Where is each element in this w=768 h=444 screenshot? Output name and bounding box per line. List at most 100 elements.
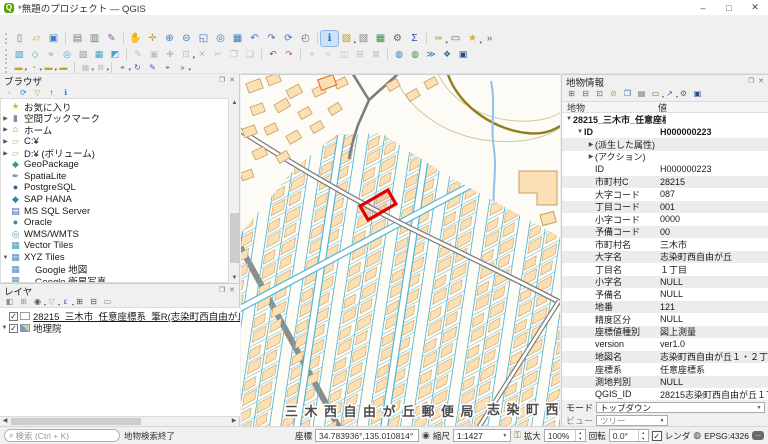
layer-item-gsi[interactable]: ▼ ✓ 地理院 <box>0 322 240 334</box>
layers-float-button[interactable]: ❐ <box>219 287 225 294</box>
zoom-last-icon[interactable]: ↶ <box>246 31 263 46</box>
expand-new-results-icon[interactable]: ⊡ <box>593 89 606 99</box>
browser-item-sap-hana[interactable]: ◆ SAP HANA <box>1 194 228 206</box>
move-label-icon[interactable]: ⊠ <box>93 62 108 73</box>
add-group-icon[interactable]: ⊞ <box>17 297 30 307</box>
zoom-full-icon[interactable]: ◱ <box>195 31 212 46</box>
pan-to-selection-icon[interactable]: ✛ <box>144 31 161 46</box>
map-canvas[interactable]: 三木西自由が丘郵便局 志染町西自 <box>241 74 560 426</box>
plugin-manager-icon[interactable]: ❖ <box>439 48 455 61</box>
avoid-overlap-icon[interactable]: ◫ <box>336 48 352 61</box>
lock-scale-icon[interactable]: ⚿ <box>514 430 521 441</box>
ID[interactable]: ▼ ID H000000223 <box>562 126 768 139</box>
layer-visibility-checkbox[interactable]: ✓ <box>9 312 18 321</box>
print-response-icon[interactable]: ▤ <box>635 89 648 99</box>
toolbar3-extension-icon[interactable]: » <box>175 62 190 73</box>
精度区分[interactable]: 精度区分 NULL <box>562 313 768 326</box>
expand-arrow-icon[interactable]: ▼ <box>565 116 573 122</box>
select-polygon-icon[interactable]: ◇ <box>27 48 43 61</box>
browser-item-mssql[interactable]: ▤ MS SQL Server <box>1 205 228 217</box>
statistics-icon[interactable]: Σ <box>406 31 423 46</box>
map-tips-icon[interactable]: ▭ <box>447 31 464 46</box>
28215_三木市_任意座標系_筆R(志染町西自由が丘1・2...[interactable]: ▼ 28215_三木市_任意座標系_筆R(志染町西自由が丘1・2... <box>562 113 768 126</box>
filter-legend-icon[interactable]: ▽ <box>45 297 58 307</box>
expand-arrow-icon[interactable]: ▼ <box>1 255 10 261</box>
add-selected-layer-icon[interactable]: ⌕ <box>3 88 16 98</box>
小字コード[interactable]: 小字コード 0000 <box>562 213 768 226</box>
locator-search[interactable]: ⌕ <box>4 429 120 442</box>
select-freehand-icon[interactable]: ≈ <box>43 48 59 61</box>
toolbar-grip[interactable] <box>5 62 8 73</box>
layer-item-fude[interactable]: ✓ 28215_三木市_任意座標系_筆R(志染町西自由が丘1・2丁目 <box>0 310 240 322</box>
zoom-in-icon[interactable]: ⊕ <box>161 31 178 46</box>
browser-item-oracle[interactable]: ● Oracle <box>1 217 228 229</box>
add-feature-icon[interactable]: ✚ <box>162 48 178 61</box>
expand-arrow-icon[interactable]: ▶ <box>1 150 10 157</box>
browser-close-button[interactable]: ✕ <box>229 77 235 84</box>
(アクション)[interactable]: ▶ (アクション) <box>562 151 768 164</box>
browser-item-d-drive[interactable]: ▶ ▱ D:¥ (ボリューム) <box>1 147 228 159</box>
市町村C[interactable]: 市町村C 28215 <box>562 176 768 189</box>
layers-close-button[interactable]: ✕ <box>229 287 235 294</box>
市町村名[interactable]: 市町村名 三木市 <box>562 238 768 251</box>
topological-editing-icon[interactable]: ⊞ <box>352 48 368 61</box>
toolbar-extension-icon[interactable]: » <box>481 31 498 46</box>
ID[interactable]: ID H000000223 <box>562 163 768 176</box>
大字コード[interactable]: 大字コード 087 <box>562 188 768 201</box>
identify-close-button[interactable]: ✕ <box>758 78 764 85</box>
select-all-icon[interactable]: ▦ <box>91 48 107 61</box>
rotation-spinner[interactable]: 0.0° ▲▼ <box>609 429 649 442</box>
(派生した属性)[interactable]: ▶ (派生した属性) <box>562 138 768 151</box>
attribute-table-icon[interactable]: ▦ <box>372 31 389 46</box>
log-messages-icon[interactable]: … <box>752 431 764 440</box>
delete-selected-icon[interactable]: ✕ <box>194 48 210 61</box>
deselect-all-icon[interactable]: ▧ <box>355 31 372 46</box>
丁目名[interactable]: 丁目名 １丁目 <box>562 263 768 276</box>
QGIS_ID[interactable]: QGIS_ID 28215志染町西自由が丘１丁目121 <box>562 388 768 400</box>
identify-help-icon[interactable]: ▣ <box>691 89 704 99</box>
大字名[interactable]: 大字名 志染町西自由が丘 <box>562 251 768 264</box>
identify-features-icon[interactable]: ℹ <box>321 31 338 46</box>
render-checkbox[interactable]: ✓ <box>652 431 662 441</box>
座標値種別[interactable]: 座標値種別 図上測量 <box>562 326 768 339</box>
redo-icon[interactable]: ↷ <box>281 48 297 61</box>
filter-expression-icon[interactable]: ε <box>59 297 72 307</box>
highlight-pinned-labels-icon[interactable]: ▦ <box>78 62 93 73</box>
layer-visibility-checkbox[interactable]: ✓ <box>9 324 18 333</box>
小字名[interactable]: 小字名 NULL <box>562 276 768 289</box>
remove-layer-icon[interactable]: ▭ <box>101 297 114 307</box>
filter-browser-icon[interactable]: ▽ <box>31 88 44 98</box>
layers-horizontal-scrollbar[interactable]: ◀ ▶ <box>0 416 240 426</box>
tracing-icon[interactable]: ≈ <box>320 48 336 61</box>
scroll-up-icon[interactable]: ▲ <box>229 98 240 108</box>
search-input[interactable] <box>15 431 105 441</box>
map-svg[interactable]: 三木西自由が丘郵便局 志染町西自 <box>241 75 560 426</box>
modify-label-icon[interactable]: ✎ <box>145 62 160 73</box>
version[interactable]: version ver1.0 <box>562 338 768 351</box>
測地判別[interactable]: 測地判別 NULL <box>562 376 768 389</box>
browser-item-wms[interactable]: ◎ WMS/WMTS <box>1 229 228 241</box>
minimize-button[interactable]: – <box>690 0 716 15</box>
label-tool-icon[interactable]: ⌖ <box>160 62 175 73</box>
scroll-down-icon[interactable]: ▼ <box>229 273 240 283</box>
expand-arrow-icon[interactable]: ▼ <box>576 129 584 135</box>
magnifier-spinner[interactable]: 100% ▲▼ <box>544 429 586 442</box>
select-features-icon[interactable]: ▧ <box>338 31 355 46</box>
undo-icon[interactable]: ↶ <box>265 48 281 61</box>
refresh-browser-icon[interactable]: ⟳ <box>17 88 30 98</box>
style-manager-icon[interactable]: ✎ <box>103 31 120 46</box>
invert-selection-icon[interactable]: ◩ <box>107 48 123 61</box>
temporal-controller-icon[interactable]: ◴ <box>297 31 314 46</box>
collapse-all-layers-icon[interactable]: ⊟ <box>87 297 100 307</box>
new-bookmark-icon[interactable]: ★ <box>464 31 481 46</box>
select-rectangle-icon[interactable]: ▧ <box>11 48 27 61</box>
toggle-editing-icon[interactable]: ✎ <box>130 48 146 61</box>
toolbar-grip[interactable] <box>5 33 8 44</box>
coordinate-input[interactable]: 34.783936°,135.010814° <box>315 429 419 442</box>
toolbar-grip[interactable] <box>5 49 8 60</box>
zoom-out-icon[interactable]: ⊖ <box>178 31 195 46</box>
browser-item-google-satellite[interactable]: ▦ Google 衛星写真 <box>1 275 228 283</box>
refresh-map-icon[interactable]: ⟳ <box>280 31 297 46</box>
browser-scrollbar[interactable]: ▲ ▼ <box>228 98 239 283</box>
open-project-icon[interactable]: ▱ <box>28 31 45 46</box>
